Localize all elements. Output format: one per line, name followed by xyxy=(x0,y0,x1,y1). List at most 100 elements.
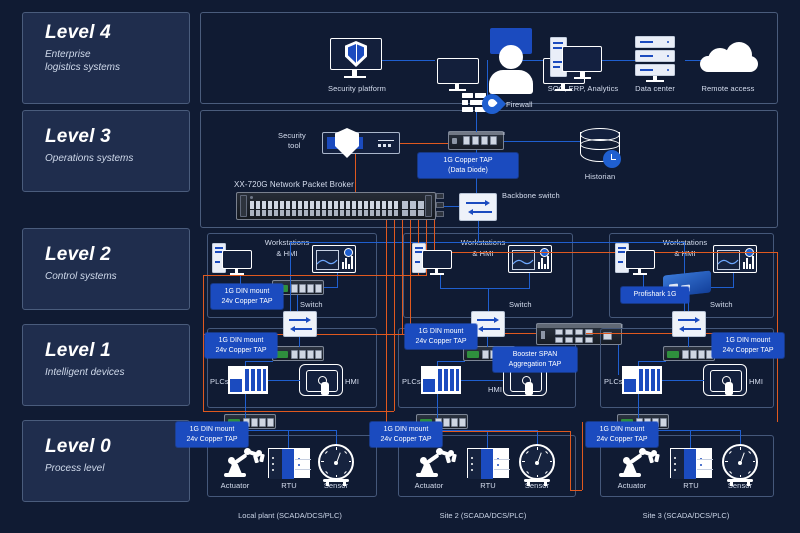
site-1-rtu-icon xyxy=(268,448,311,479)
site-1-rtu-label: RTU xyxy=(281,481,297,490)
site-2-plc-down xyxy=(437,394,439,418)
level-card-4: Level 4 Enterprise logistics systems xyxy=(22,12,190,104)
site-2-chart-down xyxy=(529,273,531,289)
site-1-caption: Local plant (SCADA/DCS/PLC) xyxy=(238,511,342,520)
site-3-switch-label: Switch xyxy=(710,300,733,309)
site-3-tap-to-plc-h xyxy=(638,361,666,363)
site-3-hmi-icon xyxy=(703,364,747,396)
backbone-down-wire xyxy=(478,221,480,243)
site-3-hmi-label: HMI xyxy=(749,377,764,386)
site-1-l2-tap-line2: 24v Copper TAP xyxy=(221,297,273,305)
security-platform-label: Security platform xyxy=(328,84,386,93)
site-2-switch-down xyxy=(487,337,489,347)
site-2-l0-tap-line2: 24v Copper TAP xyxy=(380,435,432,443)
site-3-l0-rtu-drop xyxy=(690,430,692,448)
site-1-plcs-label: PLCs xyxy=(210,377,229,386)
level-card-3: Level 3 Operations systems xyxy=(22,110,190,192)
packet-broker-label: XX-720G Network Packet Broker xyxy=(234,180,354,189)
site-2-rtu-label: RTU xyxy=(480,481,496,490)
site-3-switch-icon xyxy=(672,311,706,337)
level-4-title: Level 4 xyxy=(45,22,111,43)
broker-trunk-2 xyxy=(394,216,396,411)
site-1-l2-tap-badge: 1G DIN mount 24v Copper TAP xyxy=(211,284,283,309)
level-0-title: Level 0 xyxy=(45,436,111,457)
site-3-switch-down xyxy=(688,337,690,347)
site-2-l0-tap-badge: 1G DIN mount 24v Copper TAP xyxy=(370,422,442,447)
tap-to-historian-wire xyxy=(504,141,580,143)
span-tap-left-wire xyxy=(505,333,536,335)
backbone-switch-icon xyxy=(459,193,497,221)
site-2-bus-to-switch xyxy=(488,288,490,312)
site-1-l0-tap-badge: 1G DIN mount 24v Copper TAP xyxy=(176,422,248,447)
site-1-l1-din-tap-icon xyxy=(272,346,324,361)
l4-bus-left xyxy=(380,60,435,62)
site-1-actuator-label: Actuator xyxy=(220,481,250,490)
site-3-l1-tap-line2: 24v Copper TAP xyxy=(722,346,774,354)
site-1-l2-tap-line1: 1G DIN mount xyxy=(224,288,270,295)
site-2-l1-tap-line1: 1G DIN mount xyxy=(418,328,464,335)
site-3-l1-din-tap-icon xyxy=(663,346,715,361)
l4-bus-mid2 xyxy=(600,60,635,62)
site-3-hmi-screen-icon xyxy=(713,245,757,273)
level-4-subtitle-line2: logistics systems xyxy=(45,62,121,73)
copper-tap-data-diode-icon xyxy=(448,131,505,150)
orange-l2-site1-return xyxy=(203,275,426,277)
booster-span-tap-line1: Booster SPAN xyxy=(512,351,558,358)
site-1-l0-rtu-drop xyxy=(288,430,290,448)
site-3-rtu-icon xyxy=(670,448,713,479)
site-1-l0-tap-line2: 24v Copper TAP xyxy=(186,435,238,443)
site-2-hmi-label: HMI xyxy=(488,385,503,394)
site-1-switch-label: Switch xyxy=(300,300,323,309)
site-1-hmi-screen-icon xyxy=(312,245,356,273)
site-2-l0-tap-line1: 1G DIN mount xyxy=(383,426,429,433)
site-3-plcs-label: PLCs xyxy=(604,377,623,386)
booster-span-tap-line2: Aggregation TAP xyxy=(508,360,562,368)
site-1-l0-tap-line1: 1G DIN mount xyxy=(189,426,235,433)
site-1-plc-to-hmi xyxy=(268,380,300,382)
site-3-l0-tap-line2: 24v Copper TAP xyxy=(596,435,648,443)
site-3-caption: Site 3 (SCADA/DCS/PLC) xyxy=(642,511,730,520)
site-1-hmi-icon xyxy=(299,364,343,396)
l4-operator-down xyxy=(487,60,489,98)
profishark-badge: Profishark 1G xyxy=(621,287,689,303)
site-2-l1-tap-badge: 1G DIN mount 24v Copper TAP xyxy=(405,324,477,349)
security-tool-label-line1: Security xyxy=(278,131,306,140)
site-3-l1-tap-line1: 1G DIN mount xyxy=(725,337,771,344)
site-3-l1-tap-badge: 1G DIN mount 24v Copper TAP xyxy=(712,333,784,358)
site-1-tap-right xyxy=(324,287,338,289)
copper-tap-badge-line1: 1G Copper TAP xyxy=(443,157,493,164)
backbone-switch-label: Backbone switch xyxy=(502,191,560,200)
site-3-ws-down xyxy=(643,273,645,288)
security-tool-label-line2: tool xyxy=(288,141,301,150)
site-1-tap-to-plc-h xyxy=(245,361,273,363)
site-1-tap-to-switch xyxy=(297,295,299,312)
site-3-l0-tap-line1: 1G DIN mount xyxy=(599,426,645,433)
site-1-plc-down xyxy=(245,394,247,418)
site-2-tap-to-plc-h xyxy=(437,361,465,363)
level-1-subtitle: Intelligent devices xyxy=(45,367,125,378)
site-1-l1-tap-line2: 24v Copper TAP xyxy=(215,346,267,354)
site-1-hmi-label: HMI xyxy=(345,377,360,386)
booster-span-tap-badge: Booster SPAN Aggregation TAP xyxy=(493,347,577,372)
orange-top-right-run xyxy=(434,252,778,254)
firewall-label: Firewall xyxy=(506,100,533,109)
site-3-profishark-right xyxy=(711,287,734,289)
diagram-canvas: Level 4 Enterprise logistics systems Lev… xyxy=(0,0,800,533)
orange-site2-right-edge xyxy=(570,431,572,491)
data-center-label: Data center xyxy=(635,84,675,93)
tap-to-firewall-wire xyxy=(476,112,478,132)
security-tool-to-tap-wire xyxy=(400,143,448,145)
level-2-subtitle: Control systems xyxy=(45,271,117,282)
site-1-switch-down xyxy=(299,337,301,347)
profishark-label: Profishark 1G xyxy=(633,291,677,298)
site-1-l1-tap-badge: 1G DIN mount 24v Copper TAP xyxy=(205,333,277,358)
copper-tap-data-diode-badge: 1G Copper TAP (Data Diode) xyxy=(418,153,518,178)
orange-site1-l0-run xyxy=(203,411,394,413)
site-3-plc-to-hmi xyxy=(662,380,704,382)
level-2-title: Level 2 xyxy=(45,244,111,265)
level-card-1: Level 1 Intelligent devices xyxy=(22,324,190,406)
site-2-l1-tap-line2: 24v Copper TAP xyxy=(415,337,467,345)
site-2-caption: Site 2 (SCADA/DCS/PLC) xyxy=(439,511,527,520)
site-1-l1-tap-line1: 1G DIN mount xyxy=(218,337,264,344)
site-2-actuator-label: Actuator xyxy=(414,481,444,490)
